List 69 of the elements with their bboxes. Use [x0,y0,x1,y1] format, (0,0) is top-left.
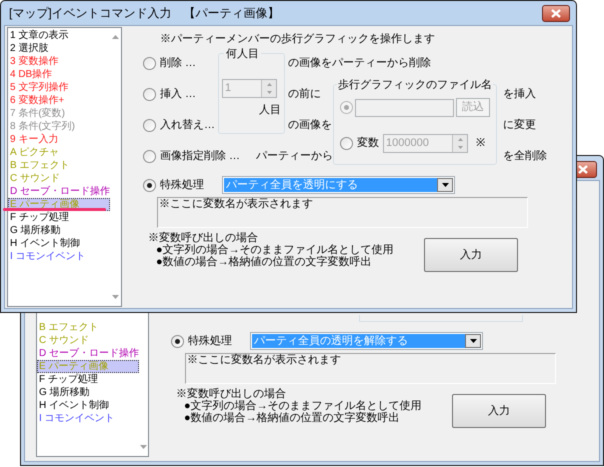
radio-button[interactable] [143,88,156,101]
radio-button[interactable] [143,57,156,70]
radio-button[interactable] [143,178,156,192]
radio-label: 入れ替え… [160,118,215,134]
note-text: ●数値の場合→格納値の位置の文字変数呼出 [183,412,401,424]
radio-label: 変数 [357,136,379,152]
command-list-item[interactable]: G 場所移動 [37,386,139,399]
variable-name-box: ※ここに変数名が表示されます [185,353,556,384]
note-text: ※変数呼び出しの場合 [176,388,287,400]
command-list-item[interactable]: G 場所移動 [8,224,110,237]
submit-button[interactable]: 入力 [424,238,518,272]
note-text: ※変数呼び出しの場合 [148,232,259,244]
operation-text: の前に [288,87,321,102]
radio-label: 画像指定削除 … [160,148,240,164]
command-list-item[interactable]: D セーブ・ロード操作 [8,185,110,198]
operation-result-text: を挿入 [503,87,536,102]
command-list-item[interactable]: 5 文字列操作 [8,81,110,94]
scroll-up-arrow[interactable] [112,35,119,39]
operation-result-text: に変更 [503,118,536,134]
radio-label: 挿入 … [160,87,196,102]
command-list-item[interactable]: C サウンド [8,172,110,185]
close-icon [578,165,588,174]
command-list-item[interactable]: A ピクチャ [8,146,110,159]
close-button[interactable] [542,4,570,22]
note-mark: ※ [476,136,485,152]
dropdown[interactable]: パーティ全員の透明を解除する [250,332,483,350]
command-list-item[interactable]: F チップ処理 [8,211,110,224]
command-list-item[interactable]: B エフェクト [8,159,110,172]
operation-result-text: を全削除 [503,149,547,164]
radio-button[interactable] [143,150,156,163]
operation-text: パーティーから [256,149,333,164]
radio-label: 特殊処理 [160,178,204,193]
command-list-item[interactable]: F チップ処理 [37,373,139,386]
scroll-down-arrow[interactable] [112,295,119,299]
command-list-item[interactable]: D セーブ・ロード操作 [37,347,139,360]
note-text: ●文字列の場合→そのままファイル名として使用 [183,400,423,412]
operation-text: の画像をパーティーから削除 [288,56,431,72]
command-list-item[interactable]: C サウンド [37,334,139,347]
variable-name-box: ※ここに変数名が表示されます [157,197,528,228]
command-list-item[interactable]: 2 選択肢 [8,42,110,55]
command-list-item[interactable]: I コモンイベント [37,412,139,425]
command-list-item[interactable]: 4 DB操作 [8,68,110,81]
radio-label: 削除 … [160,56,196,72]
window-title: [マップ]イベントコマンド入力 【パーティ画像】 [9,5,280,22]
command-list-item[interactable]: H イベント制御 [8,237,110,250]
command-list-item[interactable]: 6 変数操作+ [8,94,110,107]
command-list-item[interactable]: 1 文章の表示 [8,29,110,42]
submit-button[interactable]: 入力 [452,394,546,428]
scroll-down-arrow[interactable] [140,445,147,449]
operation-text: の画像を [288,118,332,134]
radio-button[interactable] [171,334,184,348]
description-text: ※パーティーメンバーの歩行グラフィックを操作します [160,32,436,47]
command-list-item[interactable]: B エフェクト [37,321,139,334]
command-list-item[interactable]: 8 条件(文字列) [8,120,110,133]
command-list-item[interactable]: 7 条件(変数) [8,107,110,120]
command-list-item[interactable]: I コモンイベント [8,250,110,263]
command-list-item[interactable]: 9 キー入力 [8,133,110,146]
dropdown[interactable]: パーティ全員を透明にする [222,176,455,194]
note-text: ●文字列の場合→そのままファイル名として使用 [155,244,395,256]
close-icon [551,8,561,18]
command-list-item[interactable]: 3 変数操作 [8,55,110,68]
file-name-field[interactable] [355,98,454,116]
note-text: ●数値の場合→格納値の位置の文字変数呼出 [155,256,373,268]
dropdown-arrow-icon [442,183,448,187]
radio-label: 特殊処理 [188,334,232,349]
command-list-item[interactable]: H イベント制御 [37,399,139,412]
dropdown-arrow-icon [470,339,476,343]
radio-button[interactable] [143,119,156,132]
unit-text: 人目 [259,103,281,118]
